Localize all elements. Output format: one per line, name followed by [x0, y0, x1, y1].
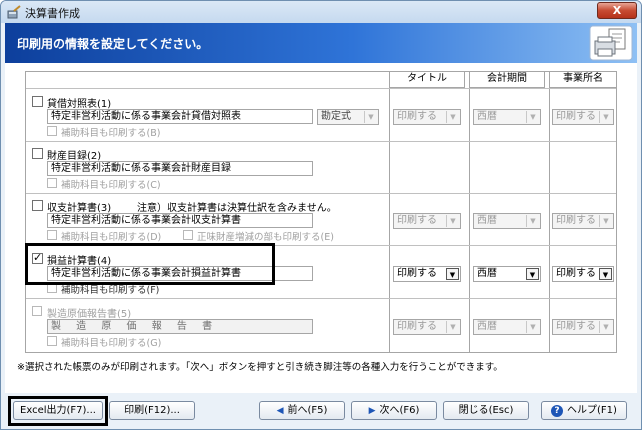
- chevron-down-icon: ▼: [526, 321, 539, 333]
- header-title: 印刷用の情報を設定してください。: [17, 37, 209, 51]
- triangle-right-icon: ▶: [368, 406, 376, 416]
- balance-sheet-format-select[interactable]: 勘定式 ▼: [317, 109, 379, 125]
- prev-button-label: 前へ(F5): [287, 405, 328, 416]
- column-header-period: 会計期間: [469, 71, 545, 88]
- income-expense-sub-checkbox[interactable]: [47, 230, 57, 240]
- profit-loss-office-select[interactable]: 印刷する ▼: [552, 266, 614, 282]
- manufacturing-cost-label: 製造原価報告書(5): [47, 309, 132, 320]
- income-expense-title-select[interactable]: 印刷する ▼: [393, 213, 461, 229]
- profit-loss-title-select[interactable]: 印刷する ▼: [393, 266, 461, 282]
- triangle-left-icon: ◀: [276, 406, 284, 416]
- column-header-office: 事業所名: [549, 71, 617, 88]
- settings-panel: タイトル 会計期間 事業所名 貸借対照表(1) 特定非営利活動に係る事業会計貸借…: [5, 63, 637, 393]
- net-assets-checkbox[interactable]: [183, 230, 193, 240]
- footer-note: ※選択された帳票のみが印刷されます。「次へ」ボタンを押すと引き続き脚注等の各種入…: [17, 362, 503, 373]
- question-mark-icon: ?: [551, 405, 564, 417]
- select-value: 印刷する: [397, 215, 437, 226]
- income-expense-checkbox[interactable]: [32, 200, 43, 211]
- property-list-checkbox[interactable]: [32, 148, 43, 159]
- net-assets-label: 正味財産増減の部も印刷する(E): [197, 232, 334, 243]
- property-list-sub-label: 補助科目も印刷する(C): [61, 180, 161, 191]
- balance-sheet-sub-label: 補助科目も印刷する(B): [61, 128, 161, 139]
- app-icon: [7, 5, 21, 19]
- header-banner: 印刷用の情報を設定してください。: [5, 23, 637, 63]
- income-expense-title-field[interactable]: 特定非営利活動に係る事業会計収支計算書: [47, 213, 313, 228]
- income-expense-sub-label: 補助科目も印刷する(D): [61, 232, 162, 243]
- select-value: 西暦: [477, 268, 497, 279]
- help-button-label: ヘルプ(F1): [567, 405, 617, 416]
- balance-sheet-checkbox[interactable]: [32, 96, 43, 107]
- balance-sheet-label: 貸借対照表(1): [47, 99, 112, 110]
- print-button[interactable]: 印刷(F12)...: [109, 401, 195, 420]
- prev-button[interactable]: ◀ 前へ(F5): [259, 401, 345, 420]
- select-value: 印刷する: [556, 321, 596, 332]
- manufacturing-cost-checkbox[interactable]: [32, 306, 42, 316]
- column-divider: [549, 88, 550, 353]
- balance-sheet-title-field[interactable]: 特定非営利活動に係る事業会計貸借対照表: [47, 109, 313, 124]
- chevron-down-icon: ▼: [599, 268, 612, 280]
- title-bar[interactable]: 決算書作成 X: [1, 1, 641, 23]
- profit-loss-period-select[interactable]: 西暦 ▼: [473, 266, 541, 282]
- select-value: 印刷する: [397, 111, 437, 122]
- chevron-down-icon: ▼: [446, 268, 459, 280]
- row-divider: [26, 88, 616, 89]
- printer-document-icon: [589, 25, 633, 61]
- manufacturing-cost-period-select[interactable]: 西暦 ▼: [473, 319, 541, 335]
- select-value: 印刷する: [556, 268, 596, 279]
- property-list-title-field[interactable]: 特定非営利活動に係る事業会計財産目録: [47, 161, 313, 176]
- property-list-label: 財産目録(2): [47, 151, 102, 162]
- select-value: 印刷する: [556, 111, 596, 122]
- column-divider: [389, 88, 390, 353]
- chevron-down-icon: ▼: [446, 321, 459, 333]
- chevron-down-icon: ▼: [599, 321, 612, 333]
- manufacturing-cost-office-select[interactable]: 印刷する ▼: [552, 319, 614, 335]
- next-button[interactable]: ▶ 次へ(F6): [351, 401, 437, 420]
- income-expense-label: 収支計算書(3): [47, 203, 112, 214]
- select-value: 西暦: [477, 215, 497, 226]
- select-value: 印刷する: [397, 321, 437, 332]
- column-divider: [469, 88, 470, 353]
- row-divider: [26, 193, 616, 194]
- help-button[interactable]: ? ヘルプ(F1): [541, 401, 627, 420]
- column-header-title: タイトル: [389, 71, 465, 88]
- row-divider: [26, 298, 616, 299]
- row-divider: [26, 141, 616, 142]
- property-list-sub-checkbox[interactable]: [47, 178, 57, 188]
- highlight-frame: [25, 243, 275, 285]
- manufacturing-cost-sub-checkbox[interactable]: [47, 336, 57, 346]
- close-button[interactable]: X: [597, 2, 637, 19]
- chevron-down-icon: ▼: [446, 215, 459, 227]
- balance-sheet-sub-checkbox[interactable]: [47, 126, 57, 136]
- income-expense-office-select[interactable]: 印刷する ▼: [552, 213, 614, 229]
- chevron-down-icon: ▼: [364, 111, 377, 123]
- manufacturing-cost-title-select[interactable]: 印刷する ▼: [393, 319, 461, 335]
- chevron-down-icon: ▼: [599, 111, 612, 123]
- balance-sheet-period-select[interactable]: 西暦 ▼: [473, 109, 541, 125]
- select-value: 西暦: [477, 321, 497, 332]
- chevron-down-icon: ▼: [526, 215, 539, 227]
- select-value: 印刷する: [556, 215, 596, 226]
- chevron-down-icon: ▼: [526, 268, 539, 280]
- next-button-label: 次へ(F6): [379, 405, 420, 416]
- dialog-window: 決算書作成 X 印刷用の情報を設定してください。 タイトル 会計期間 事業所名 …: [0, 0, 642, 430]
- chevron-down-icon: ▼: [446, 111, 459, 123]
- manufacturing-cost-sub-label: 補助科目も印刷する(G): [61, 338, 162, 349]
- chevron-down-icon: ▼: [526, 111, 539, 123]
- balance-sheet-office-select[interactable]: 印刷する ▼: [552, 109, 614, 125]
- chevron-down-icon: ▼: [599, 215, 612, 227]
- income-expense-notice: 注意）収支計算書は決算仕訳を含みません。: [137, 203, 337, 214]
- window-title: 決算書作成: [25, 7, 80, 20]
- select-value: 印刷する: [397, 268, 437, 279]
- balance-sheet-format-value: 勘定式: [321, 111, 351, 122]
- manufacturing-cost-title-field[interactable]: 製 造 原 価 報 告 書: [47, 319, 313, 334]
- highlight-frame: [8, 396, 108, 426]
- income-expense-period-select[interactable]: 西暦 ▼: [473, 213, 541, 229]
- close-dialog-button[interactable]: 閉じる(Esc): [443, 401, 529, 420]
- select-value: 西暦: [477, 111, 497, 122]
- balance-sheet-title-select[interactable]: 印刷する ▼: [393, 109, 461, 125]
